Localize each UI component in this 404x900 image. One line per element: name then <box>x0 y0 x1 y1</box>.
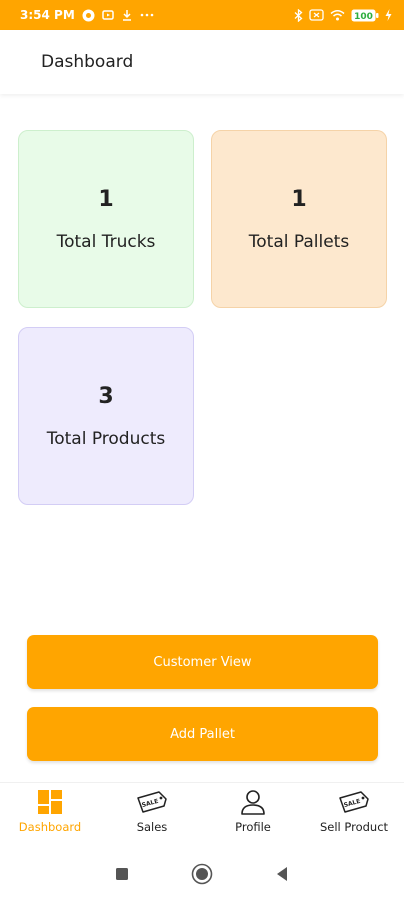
total-products-label: Total Products <box>46 428 166 449</box>
charging-icon <box>385 9 392 21</box>
nav-label-profile: Profile <box>235 820 271 834</box>
nav-item-sell-product[interactable]: SALE Sell Product <box>304 789 404 834</box>
nav-label-sales: Sales <box>136 820 168 834</box>
wifi-icon <box>330 9 345 21</box>
sale-tag-icon: SALE <box>135 789 169 815</box>
status-bar: 3:54 PM 100 <box>0 0 404 30</box>
add-pallet-button[interactable]: Add Pallet <box>27 707 378 761</box>
total-products-card[interactable]: 3 Total Products <box>18 327 194 505</box>
recent-apps-icon[interactable] <box>115 867 129 881</box>
page-title: Dashboard <box>41 52 134 72</box>
total-trucks-value: 1 <box>98 186 114 212</box>
total-pallets-card[interactable]: 1 Total Pallets <box>211 130 387 308</box>
nav-label-dashboard: Dashboard <box>18 820 82 834</box>
media-icon <box>102 9 114 21</box>
customer-view-button[interactable]: Customer View <box>27 635 378 689</box>
sale-tag-icon: SALE <box>337 789 371 815</box>
nav-label-sell-product: Sell Product <box>319 820 389 834</box>
download-icon <box>121 9 133 21</box>
total-pallets-label: Total Pallets <box>248 231 350 252</box>
status-time: 3:54 PM <box>20 8 75 22</box>
bottom-nav: Dashboard SALE Sales Profile SALE Sell P… <box>0 782 404 846</box>
nav-item-profile[interactable]: Profile <box>203 789 303 834</box>
total-products-value: 3 <box>98 383 114 409</box>
record-icon <box>82 9 95 22</box>
home-icon[interactable] <box>191 863 213 885</box>
sim-icon <box>309 9 324 21</box>
bluetooth-icon <box>294 8 303 22</box>
total-pallets-value: 1 <box>291 186 307 212</box>
app-bar: Dashboard <box>0 30 404 94</box>
dashboard-grid-icon <box>37 789 63 815</box>
total-trucks-card[interactable]: 1 Total Trucks <box>18 130 194 308</box>
system-nav-bar <box>0 848 404 900</box>
battery-level: 100 <box>354 12 373 22</box>
nav-item-sales[interactable]: SALE Sales <box>102 789 202 834</box>
nav-item-dashboard[interactable]: Dashboard <box>0 789 100 834</box>
battery-icon: 100 <box>351 9 379 22</box>
more-notifications-icon <box>140 13 154 17</box>
person-icon <box>240 789 266 815</box>
total-trucks-label: Total Trucks <box>56 231 156 252</box>
back-icon[interactable] <box>275 866 289 882</box>
